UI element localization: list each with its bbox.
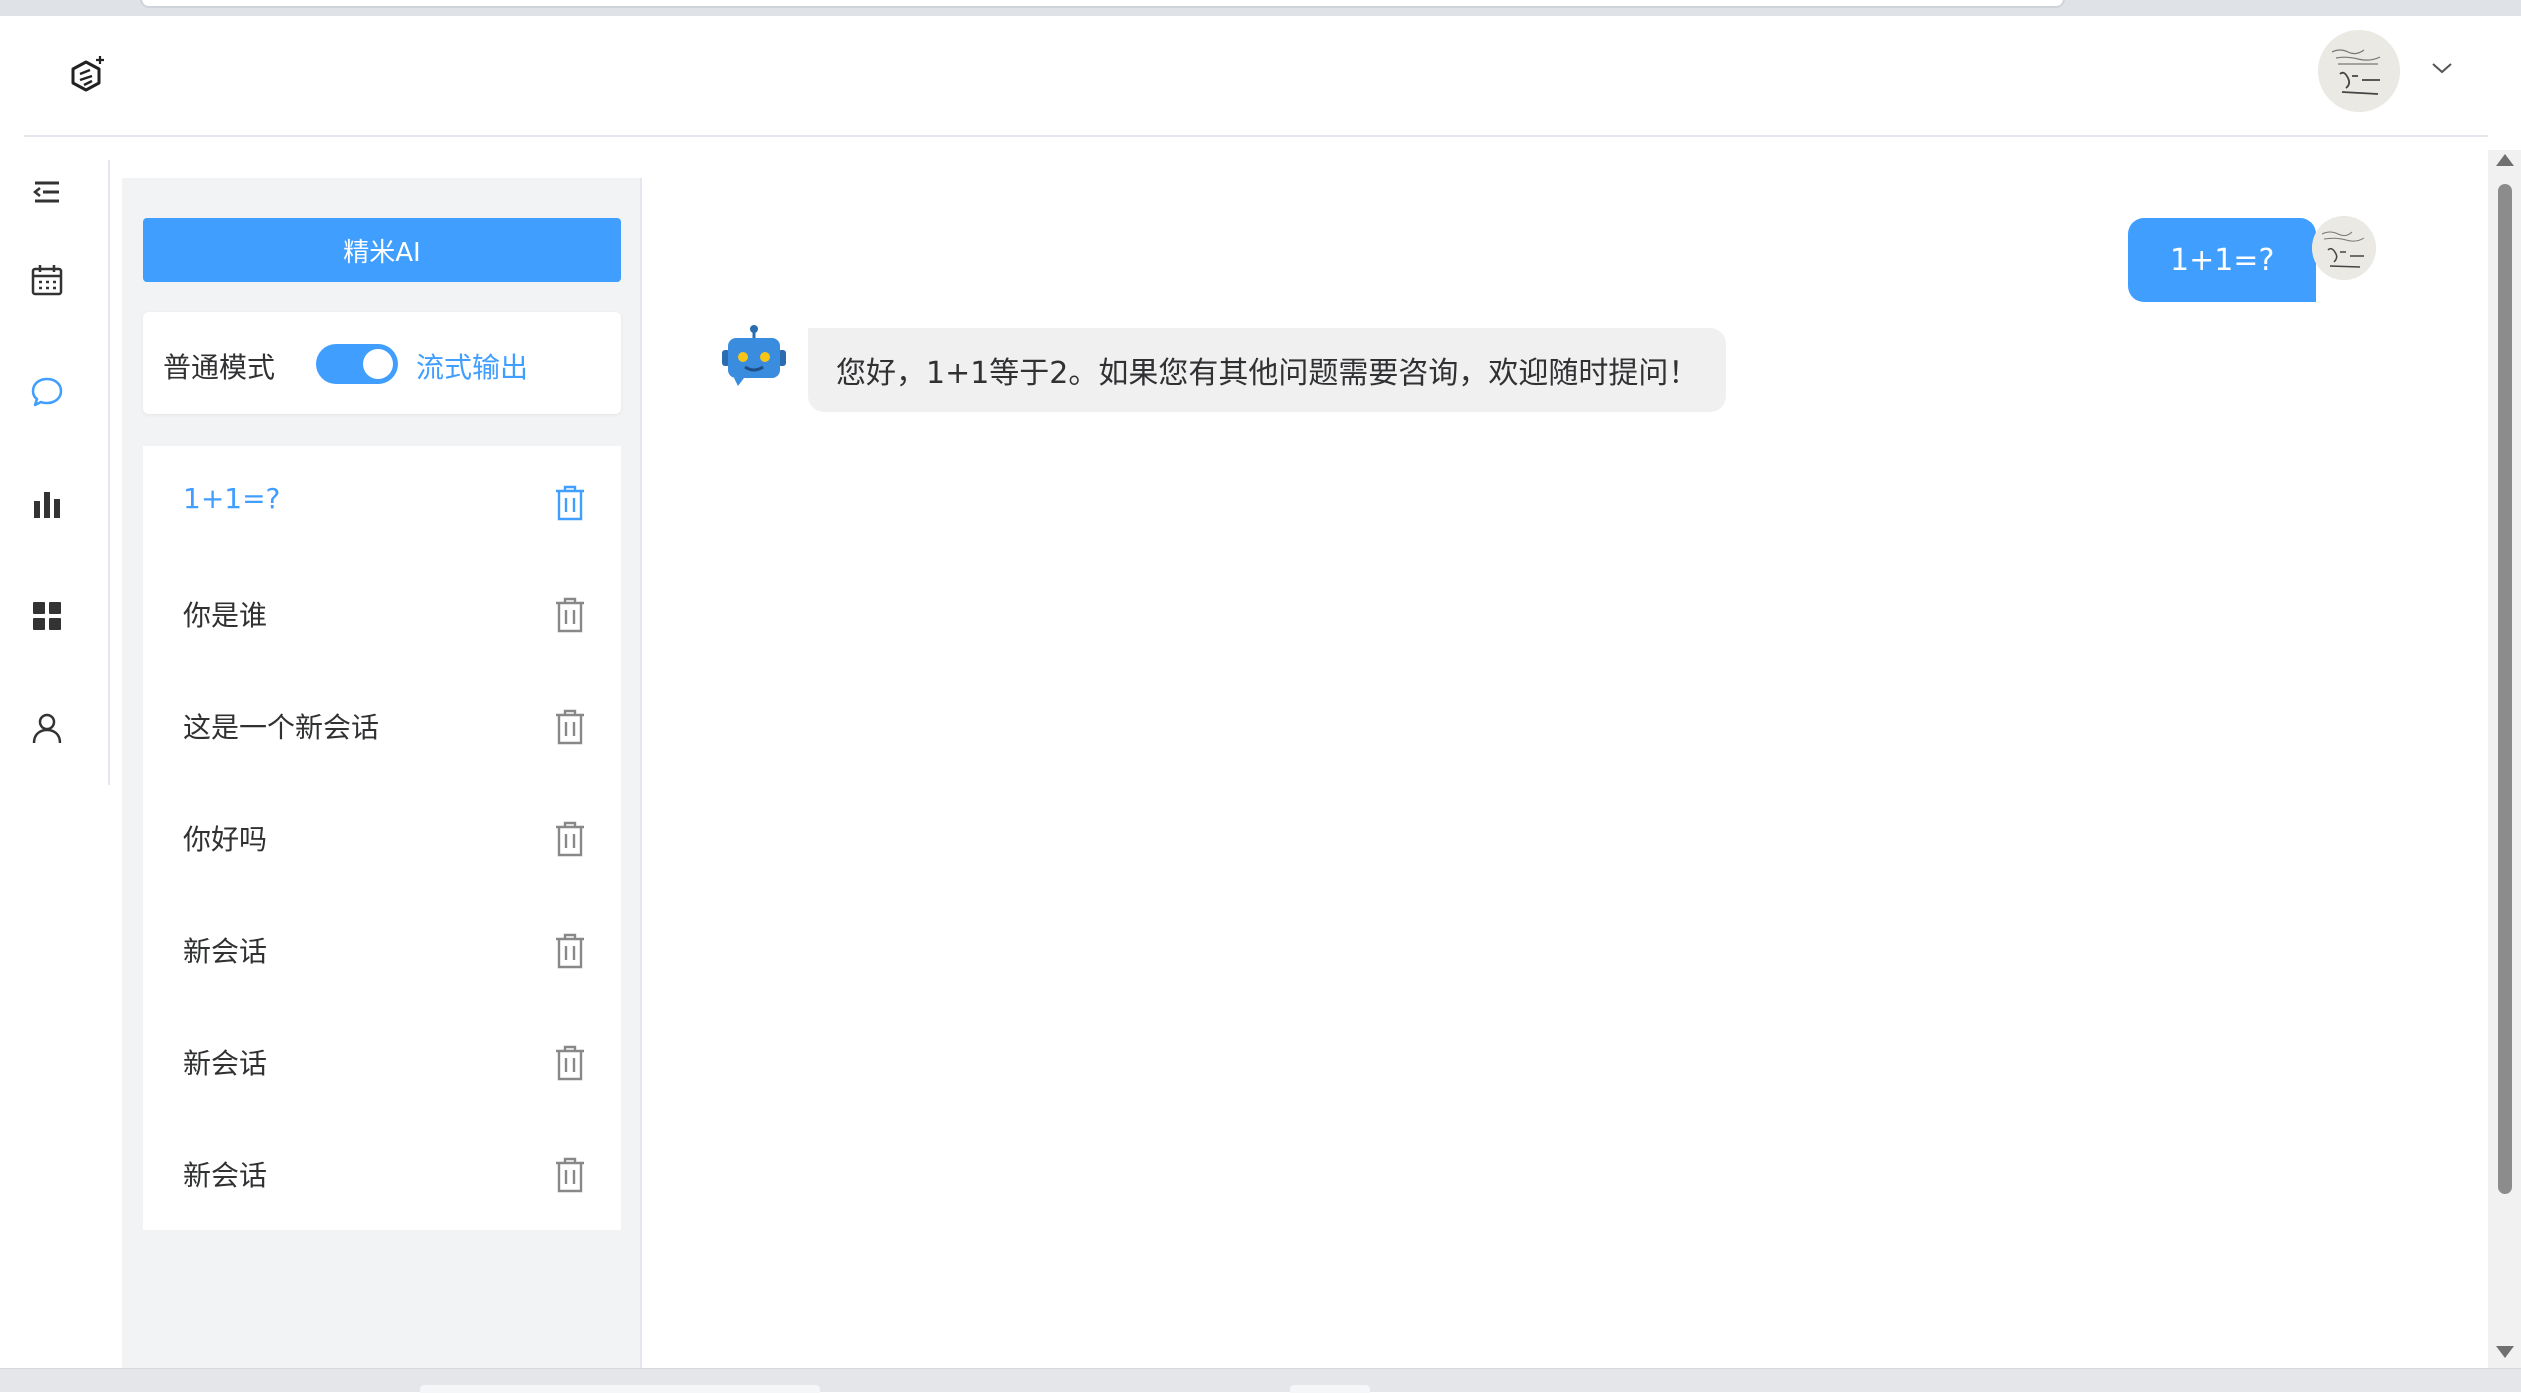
user-icon[interactable] [25, 706, 69, 750]
browser-address-bar[interactable] [140, 0, 2065, 8]
app-logo-icon[interactable] [66, 54, 110, 98]
chat-area: 1+1=? 您好，1+1等于2。如果您有其他问题需要咨询，欢迎随时提问！ [644, 178, 2488, 1368]
scroll-down-arrow-icon[interactable] [2496, 1346, 2514, 1358]
signature-image-icon [2312, 216, 2376, 280]
scrollbar-thumb[interactable] [2498, 184, 2512, 1194]
trash-icon[interactable] [553, 932, 587, 970]
app-header [24, 16, 2488, 137]
conversation-title: 新会话 [183, 935, 268, 968]
conversation-title: 你好吗 [183, 823, 268, 856]
robot-icon [722, 325, 786, 386]
conversation-item[interactable]: 你好吗 [143, 782, 621, 894]
trash-icon[interactable] [553, 1156, 587, 1194]
user-message-bubble: 1+1=? [2128, 218, 2317, 302]
new-chat-button[interactable]: 精米AI [143, 218, 621, 282]
normal-mode-label: 普通模式 [163, 351, 276, 384]
trash-icon[interactable] [553, 708, 587, 746]
conversation-title: 你是谁 [183, 599, 268, 632]
conversation-item[interactable]: 1+1=? [143, 446, 621, 558]
browser-top-strip [0, 0, 2521, 16]
user-avatar[interactable] [2318, 30, 2400, 112]
chevron-down-icon[interactable] [2430, 60, 2454, 76]
scroll-up-arrow-icon[interactable] [2496, 154, 2514, 166]
menu-fold-icon[interactable] [25, 170, 69, 214]
grid-icon[interactable] [25, 594, 69, 638]
trash-icon[interactable] [553, 1044, 587, 1082]
output-mode-card: 普通模式 流式输出 [143, 312, 621, 414]
conversation-title: 这是一个新会话 [183, 711, 380, 744]
conversation-title: 1+1=? [183, 482, 281, 515]
conversation-item[interactable]: 新会话 [143, 1118, 621, 1230]
conversation-item[interactable]: 新会话 [143, 894, 621, 1006]
conversation-list: 1+1=? 你是谁 这是一个新会话 你好吗 新会话 新会话 新会话 [143, 446, 621, 1230]
conversation-panel: 精米AI 普通模式 流式输出 1+1=? 你是谁 这是一个新会话 你好吗 新会话… [122, 178, 642, 1368]
bar-chart-icon[interactable] [25, 482, 69, 526]
trash-icon[interactable] [553, 484, 587, 522]
conversation-title: 新会话 [183, 1159, 268, 1192]
browser-bottom-strip [0, 1368, 2521, 1393]
conversation-title: 新会话 [183, 1047, 268, 1080]
signature-image-icon [2318, 30, 2400, 112]
conversation-item[interactable]: 你是谁 [143, 558, 621, 670]
trash-icon[interactable] [553, 596, 587, 634]
user-message-avatar [2312, 216, 2376, 280]
calendar-icon[interactable] [25, 258, 69, 302]
page-scrollbar[interactable] [2488, 150, 2521, 1368]
conversation-item[interactable]: 新会话 [143, 1006, 621, 1118]
chat-bubble-icon[interactable] [25, 370, 69, 414]
stream-mode-toggle[interactable] [316, 344, 398, 384]
assistant-message-bubble: 您好，1+1等于2。如果您有其他问题需要咨询，欢迎随时提问！ [808, 328, 1727, 412]
toggle-knob [363, 349, 393, 379]
icon-sidebar [0, 160, 110, 785]
trash-icon[interactable] [553, 820, 587, 858]
conversation-item[interactable]: 这是一个新会话 [143, 670, 621, 782]
stream-output-label: 流式输出 [416, 351, 529, 384]
